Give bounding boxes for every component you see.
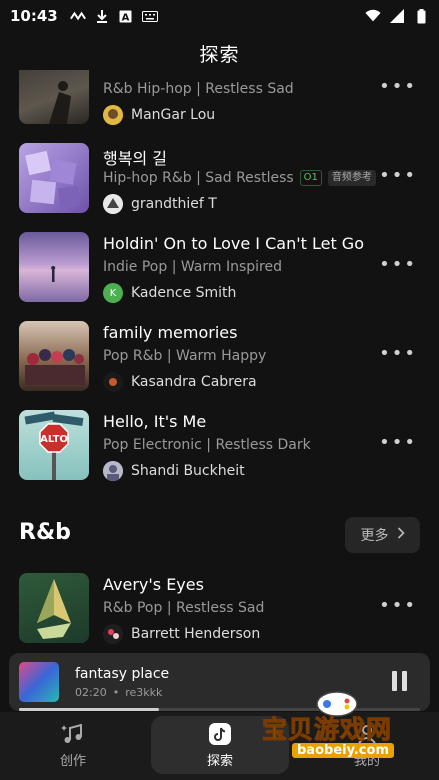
song-title: Avery's Eyes bbox=[103, 575, 204, 594]
song-artist[interactable]: Barrett Henderson bbox=[103, 624, 260, 644]
cover-image bbox=[19, 321, 89, 391]
pause-icon[interactable] bbox=[392, 671, 410, 691]
song-tags: Hip-hop R&b | Sad Restless O1 音频参考 bbox=[103, 170, 376, 186]
artist-name: ManGar Lou bbox=[131, 107, 216, 123]
signal-wave-icon bbox=[69, 9, 86, 23]
player-time: 02:20 bbox=[75, 686, 107, 699]
song-title: Hello, It's Me bbox=[103, 412, 207, 431]
song-tags-text: Indie Pop | Warm Inspired bbox=[103, 259, 282, 275]
more-dots-icon[interactable]: ••• bbox=[379, 595, 417, 616]
artist-name: Shandi Buckheit bbox=[131, 463, 245, 479]
avatar bbox=[103, 372, 123, 392]
song-tags-text: Pop Electronic | Restless Dark bbox=[103, 437, 311, 453]
song-title: 행복의 길 bbox=[103, 149, 167, 168]
song-tags: Pop R&b | Warm Happy bbox=[103, 348, 266, 364]
wifi-icon bbox=[365, 9, 381, 23]
svg-text:A: A bbox=[122, 12, 130, 23]
chevron-right-icon bbox=[397, 527, 405, 543]
song-artist[interactable]: grandthief T bbox=[103, 194, 217, 214]
song-tags-text: R&b Hip-hop | Restless Sad bbox=[103, 81, 294, 97]
artist-name: Kadence Smith bbox=[131, 285, 237, 301]
nav-explore-label: 探索 bbox=[206, 753, 233, 769]
artist-name: grandthief T bbox=[131, 196, 217, 212]
keyboard-icon bbox=[141, 9, 158, 23]
download-icon bbox=[94, 9, 110, 23]
song-title: family memories bbox=[103, 323, 238, 342]
more-dots-icon[interactable]: ••• bbox=[379, 165, 417, 186]
cover-image bbox=[19, 573, 89, 643]
more-button-label: 更多 bbox=[360, 528, 389, 544]
song-tags: R&b Hip-hop | Restless Sad bbox=[103, 81, 294, 97]
list-item[interactable]: 행복의 길 Hip-hop R&b | Sad Restless O1 音频参考… bbox=[0, 143, 439, 223]
song-list: R&b Hip-hop | Restless Sad ManGar Lou ••… bbox=[0, 70, 439, 650]
list-item[interactable]: Holdin' On to Love I Can't Let Go Indie … bbox=[0, 232, 439, 312]
artist-name: Kasandra Cabrera bbox=[131, 374, 257, 390]
nav-explore[interactable]: 探索 bbox=[151, 716, 289, 774]
status-bar: 10:43 A bbox=[0, 0, 439, 32]
audio-ref-badge: 音频参考 bbox=[327, 170, 376, 186]
list-item[interactable]: Avery's Eyes R&b Pop | Restless Sad Barr… bbox=[0, 573, 439, 650]
cover-image: ALTO bbox=[19, 410, 89, 480]
avatar bbox=[103, 105, 123, 125]
list-item[interactable]: ALTO Hello, It's Me Pop Electronic | Res… bbox=[0, 410, 439, 490]
more-dots-icon[interactable]: ••• bbox=[379, 76, 417, 97]
more-dots-icon[interactable]: ••• bbox=[379, 343, 417, 364]
cell-signal-icon bbox=[389, 9, 405, 23]
status-icons-right bbox=[365, 8, 429, 23]
nav-profile-label: 我的 bbox=[353, 753, 380, 769]
song-tags-text: Hip-hop R&b | Sad Restless bbox=[103, 170, 294, 186]
nav-create-label: 创作 bbox=[59, 753, 86, 769]
song-title: Holdin' On to Love I Can't Let Go bbox=[103, 234, 364, 253]
nav-profile[interactable]: 我的 bbox=[298, 716, 436, 774]
cover-image bbox=[19, 143, 89, 213]
song-artist[interactable]: ManGar Lou bbox=[103, 105, 215, 125]
app-a-icon: A bbox=[118, 9, 134, 23]
section-title: R&b bbox=[19, 520, 71, 545]
list-item[interactable]: R&b Hip-hop | Restless Sad ManGar Lou ••… bbox=[0, 70, 439, 134]
cover-image bbox=[19, 232, 89, 302]
song-artist[interactable]: Kasandra Cabrera bbox=[103, 372, 257, 392]
more-dots-icon[interactable]: ••• bbox=[379, 432, 417, 453]
artist-name: Barrett Henderson bbox=[131, 626, 261, 642]
player-sep: • bbox=[112, 686, 120, 699]
avatar bbox=[103, 194, 123, 214]
nav-create[interactable]: 创作 bbox=[4, 716, 142, 774]
song-tags: R&b Pop | Restless Sad bbox=[103, 600, 264, 616]
avatar-letter: K bbox=[109, 287, 117, 299]
song-artist[interactable]: K Kadence Smith bbox=[103, 283, 236, 303]
status-time: 10:43 bbox=[10, 7, 58, 25]
song-tags-text: R&b Pop | Restless Sad bbox=[103, 600, 265, 616]
cover-image bbox=[19, 70, 89, 124]
bottom-nav: 创作 探索 我的 bbox=[0, 712, 439, 780]
player-title: fantasy place bbox=[75, 666, 170, 682]
song-tags: Indie Pop | Warm Inspired bbox=[103, 259, 282, 275]
status-icons-left: A bbox=[69, 9, 158, 23]
song-artist[interactable]: Shandi Buckheit bbox=[103, 461, 245, 481]
page-title: 探索 bbox=[199, 44, 240, 66]
song-tags-text: Pop R&b | Warm Happy bbox=[103, 348, 267, 364]
mini-player[interactable]: fantasy place 02:20 • re3kkk bbox=[9, 653, 430, 711]
player-artist: re3kkk bbox=[125, 686, 163, 699]
tiktok-icon bbox=[208, 722, 232, 746]
avatar bbox=[103, 624, 123, 644]
more-dots-icon[interactable]: ••• bbox=[379, 254, 417, 275]
list-item[interactable]: family memories Pop R&b | Warm Happy Kas… bbox=[0, 321, 439, 401]
player-meta: 02:20 • re3kkk bbox=[75, 686, 162, 699]
more-button[interactable]: 更多 bbox=[345, 517, 420, 553]
music-note-icon bbox=[61, 722, 85, 746]
svg-text:ALTO: ALTO bbox=[40, 434, 68, 445]
model-badge: O1 bbox=[299, 170, 322, 186]
avatar bbox=[103, 461, 123, 481]
player-cover-image bbox=[19, 662, 59, 702]
avatar: K bbox=[103, 283, 123, 303]
progress-bar[interactable] bbox=[19, 708, 420, 711]
battery-icon bbox=[413, 8, 429, 23]
progress-fill bbox=[19, 708, 160, 711]
song-tags: Pop Electronic | Restless Dark bbox=[103, 437, 311, 453]
profile-icon bbox=[355, 722, 379, 746]
